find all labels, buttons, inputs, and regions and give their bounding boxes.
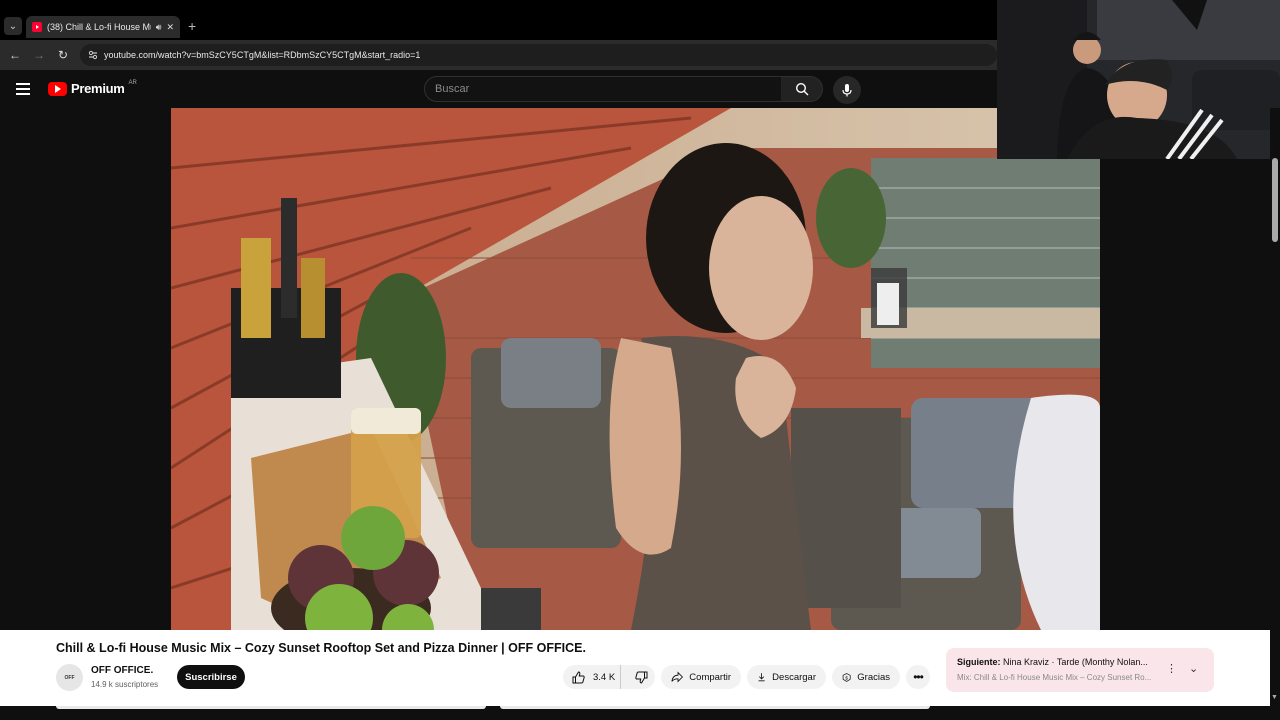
thanks-label: Gracias <box>857 671 890 683</box>
share-label: Compartir <box>689 671 731 683</box>
logo-country-code: AR <box>128 79 137 86</box>
scroll-down-arrow-icon[interactable]: ▼ <box>1271 694 1278 701</box>
like-count: 3.4 K <box>593 671 616 683</box>
menu-icon[interactable] <box>16 83 30 95</box>
search-icon <box>795 82 808 96</box>
svg-text:$: $ <box>845 675 848 681</box>
speaker-icon[interactable]: 🔊︎ <box>156 22 162 33</box>
more-vertical-icon[interactable]: ⋮ <box>1166 662 1177 675</box>
forward-arrow-icon[interactable]: → <box>30 46 48 64</box>
voice-search-button[interactable] <box>833 76 861 104</box>
search-button[interactable] <box>781 76 823 102</box>
up-next-panel[interactable]: Siguiente: Nina Kraviz · Tarde (Monthy N… <box>946 648 1214 692</box>
share-button[interactable]: Compartir <box>661 665 741 689</box>
subscriber-count: 14.9 k suscriptores <box>91 680 159 689</box>
download-button[interactable]: Descargar <box>747 665 826 689</box>
download-icon <box>758 673 765 682</box>
video-frame <box>171 108 1100 630</box>
channel-avatar[interactable]: OFF <box>56 664 83 691</box>
back-arrow-icon[interactable]: ← <box>6 46 24 64</box>
download-label: Descargar <box>772 671 816 683</box>
reload-icon[interactable]: ↻ <box>54 46 72 64</box>
logo-text: Premium <box>71 81 125 96</box>
thanks-dollar-icon: $ <box>842 672 851 682</box>
up-next-prefix: Siguiente: <box>957 657 1001 667</box>
like-dislike-group: 3.4 K <box>563 665 655 689</box>
video-title: Chill & Lo-fi House Music Mix – Cozy Sun… <box>56 641 586 655</box>
browser-tab[interactable]: (38) Chill & Lo-fi House Mu 🔊︎ ✕ <box>26 16 180 38</box>
url-text: youtube.com/watch?v=bmSzCY5CTgM&list=RDb… <box>104 50 421 60</box>
thanks-button[interactable]: $ Gracias <box>832 665 900 689</box>
thumbs-down-icon <box>634 671 648 684</box>
youtube-play-icon <box>48 81 67 96</box>
tab-title: (38) Chill & Lo-fi House Mu <box>47 22 151 32</box>
channel-name[interactable]: OFF OFFICE. <box>91 665 153 676</box>
youtube-premium-logo[interactable]: Premium AR <box>48 79 137 96</box>
more-actions-button[interactable]: ••• <box>906 665 930 689</box>
comments-box-edge <box>500 706 930 709</box>
search-input[interactable]: Buscar <box>424 76 782 102</box>
webcam-image <box>997 0 1280 159</box>
new-tab-button[interactable]: + <box>188 18 196 34</box>
like-button[interactable]: 3.4 K <box>563 665 622 689</box>
page-scrollbar-thumb[interactable] <box>1272 158 1278 242</box>
description-box-edge <box>56 706 486 709</box>
video-info-panel: Chill & Lo-fi House Music Mix – Cozy Sun… <box>0 630 1270 706</box>
thumbs-up-icon <box>572 670 585 683</box>
webcam-overlay <box>997 0 1280 159</box>
tab-list-button[interactable]: ⌄ <box>4 17 22 35</box>
up-next-track: Nina Kraviz · Tarde (Monthy Nolan... <box>1003 657 1148 667</box>
dislike-button[interactable] <box>627 665 655 689</box>
share-icon <box>671 671 684 683</box>
chevron-down-icon[interactable]: ⌄ <box>1189 662 1198 675</box>
up-next-line: Siguiente: Nina Kraviz · Tarde (Monthy N… <box>957 657 1162 667</box>
subscribe-button[interactable]: Suscribirse <box>177 665 245 689</box>
up-next-mix-title: Mix: Chill & Lo-fi House Music Mix – Coz… <box>957 673 1152 682</box>
close-icon[interactable]: ✕ <box>166 22 174 33</box>
below-fold-strip <box>0 706 1270 720</box>
url-bar[interactable]: youtube.com/watch?v=bmSzCY5CTgM&list=RDb… <box>80 44 997 66</box>
video-player[interactable] <box>171 108 1100 630</box>
site-info-icon[interactable] <box>87 49 99 61</box>
microphone-icon <box>842 84 852 97</box>
youtube-favicon-icon <box>32 22 42 32</box>
more-horizontal-icon: ••• <box>913 670 924 684</box>
